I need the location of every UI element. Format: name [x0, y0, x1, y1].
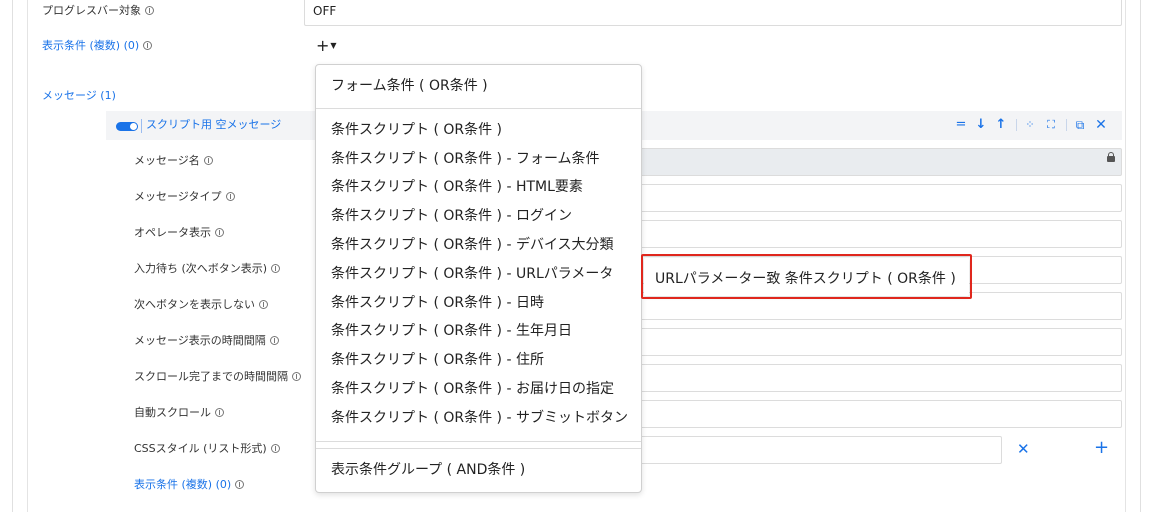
wait-input-text: 入力待ち (次へボタン表示) — [134, 262, 268, 275]
menu-item-script-submit-button[interactable]: 条件スクリプト ( OR条件 ) - サブミットボタン — [331, 409, 628, 427]
remove-style-icon[interactable]: ✕ — [1017, 440, 1030, 458]
info-icon[interactable] — [143, 41, 153, 50]
drag-handle-icon[interactable]: = — [953, 116, 969, 134]
message-name-label: メッセージ名 — [134, 154, 213, 168]
collapse-icon[interactable]: ⁘ — [1022, 116, 1038, 134]
info-icon[interactable] — [271, 264, 281, 273]
add-condition-button[interactable]: +▼ — [316, 38, 337, 54]
menu-item-script-login[interactable]: 条件スクリプト ( OR条件 ) - ログイン — [331, 207, 572, 225]
copy-icon[interactable]: ⧉ — [1072, 116, 1088, 134]
close-icon[interactable]: ✕ — [1093, 116, 1109, 134]
info-icon[interactable] — [269, 336, 279, 345]
scroll-interval-label: スクロール完了までの時間間隔 — [134, 370, 301, 384]
operator-display-select[interactable] — [600, 220, 1122, 248]
menu-item-script-url-parameter[interactable]: 条件スクリプト ( OR条件 ) - URLパラメータ — [331, 265, 613, 283]
operator-display-label: オペレータ表示 — [134, 226, 224, 240]
display-interval-input[interactable] — [600, 328, 1122, 356]
info-icon[interactable] — [215, 228, 224, 237]
menu-item-script-birthdate[interactable]: 条件スクリプト ( OR条件 ) - 生年月日 — [331, 322, 572, 340]
message-name-text: メッセージ名 — [134, 154, 200, 167]
menu-item-script-form-condition[interactable]: 条件スクリプト ( OR条件 ) - フォーム条件 — [331, 150, 600, 168]
display-conditions-link[interactable]: 表示条件 (複数) (0) — [42, 39, 153, 53]
info-icon[interactable] — [259, 300, 268, 309]
toggle-divider — [141, 119, 142, 133]
message-toggle[interactable] — [116, 122, 138, 131]
css-style-label: CSSスタイル (リスト形式) — [134, 442, 280, 456]
message-display-conditions-link[interactable]: 表示条件 (複数) (0) — [134, 478, 245, 492]
menu-divider — [316, 108, 641, 109]
css-style-text: CSSスタイル (リスト形式) — [134, 442, 267, 455]
menu-divider — [316, 441, 641, 442]
progress-bar-value: OFF — [313, 4, 337, 18]
auto-scroll-text: 自動スクロール — [134, 406, 211, 419]
info-icon[interactable] — [292, 372, 301, 381]
lock-icon — [1107, 152, 1115, 162]
wait-input-label: 入力待ち (次へボタン表示) — [134, 262, 281, 276]
message-title: スクリプト用 空メッセージ — [146, 118, 282, 131]
info-icon[interactable] — [225, 192, 235, 201]
message-type-select[interactable] — [600, 184, 1122, 212]
css-style-input[interactable] — [600, 436, 1002, 464]
toolbar-divider — [1016, 119, 1017, 131]
page: プログレスバー対象 OFF 表示条件 (複数) (0) +▼ メッセージ (1)… — [0, 0, 1149, 512]
info-icon[interactable] — [235, 480, 245, 489]
progress-bar-label: プログレスバー対象 — [42, 4, 154, 18]
display-interval-label: メッセージ表示の時間間隔 — [134, 334, 279, 348]
condition-dropdown-menu: フォーム条件 ( OR条件 ) 条件スクリプト ( OR条件 ) 条件スクリプト… — [315, 64, 642, 493]
info-icon[interactable] — [145, 6, 154, 15]
menu-divider — [316, 448, 641, 449]
menu-item-script-html-element[interactable]: 条件スクリプト ( OR条件 ) - HTML要素 — [331, 178, 583, 196]
submenu-item-url-parameter-match[interactable]: URLパラメーター致 条件スクリプト ( OR条件 ) — [655, 268, 956, 288]
move-down-icon[interactable]: ↓ — [973, 116, 989, 134]
menu-item-script-delivery-date[interactable]: 条件スクリプト ( OR条件 ) - お届け日の指定 — [331, 380, 614, 398]
info-icon[interactable] — [203, 156, 213, 165]
menu-item-script-datetime[interactable]: 条件スクリプト ( OR条件 ) - 日時 — [331, 294, 544, 312]
message-type-label: メッセージタイプ — [134, 190, 235, 204]
add-style-icon[interactable]: + — [1094, 437, 1109, 458]
menu-item-form-condition[interactable]: フォーム条件 ( OR条件 ) — [331, 77, 488, 95]
scroll-interval-input[interactable] — [600, 364, 1122, 392]
hide-next-button-text: 次へボタンを表示しない — [134, 298, 255, 311]
menu-item-group-condition[interactable]: 表示条件グループ ( AND条件 ) — [331, 461, 525, 479]
display-interval-text: メッセージ表示の時間間隔 — [134, 334, 266, 347]
info-icon[interactable] — [270, 444, 280, 453]
message-name-input[interactable] — [600, 148, 1122, 176]
auto-scroll-label: 自動スクロール — [134, 406, 224, 420]
menu-item-script[interactable]: 条件スクリプト ( OR条件 ) — [331, 121, 502, 139]
url-parameter-submenu: URLパラメーター致 条件スクリプト ( OR条件 ) — [644, 258, 969, 296]
progress-bar-label-text: プログレスバー対象 — [42, 4, 141, 17]
menu-item-script-device[interactable]: 条件スクリプト ( OR条件 ) - デバイス大分類 — [331, 236, 614, 254]
hide-next-button-select[interactable] — [600, 292, 1122, 320]
scroll-interval-text: スクロール完了までの時間間隔 — [134, 370, 288, 383]
info-icon[interactable] — [215, 408, 224, 417]
progress-bar-select[interactable]: OFF — [304, 0, 1122, 26]
operator-display-text: オペレータ表示 — [134, 226, 211, 239]
expand-icon[interactable]: ⛶ — [1043, 116, 1059, 134]
menu-item-script-address[interactable]: 条件スクリプト ( OR条件 ) - 住所 — [331, 351, 544, 369]
auto-scroll-select[interactable] — [600, 400, 1122, 428]
messages-link[interactable]: メッセージ (1) — [42, 89, 116, 103]
hide-next-button-label: 次へボタンを表示しない — [134, 298, 268, 312]
message-display-conditions-text: 表示条件 (複数) (0) — [134, 478, 232, 491]
toolbar-divider — [1066, 119, 1067, 131]
caret-down-icon: ▼ — [330, 41, 337, 50]
display-conditions-text: 表示条件 (複数) (0) — [42, 39, 140, 52]
message-type-text: メッセージタイプ — [134, 190, 222, 203]
move-up-icon[interactable]: ↑ — [993, 116, 1009, 134]
